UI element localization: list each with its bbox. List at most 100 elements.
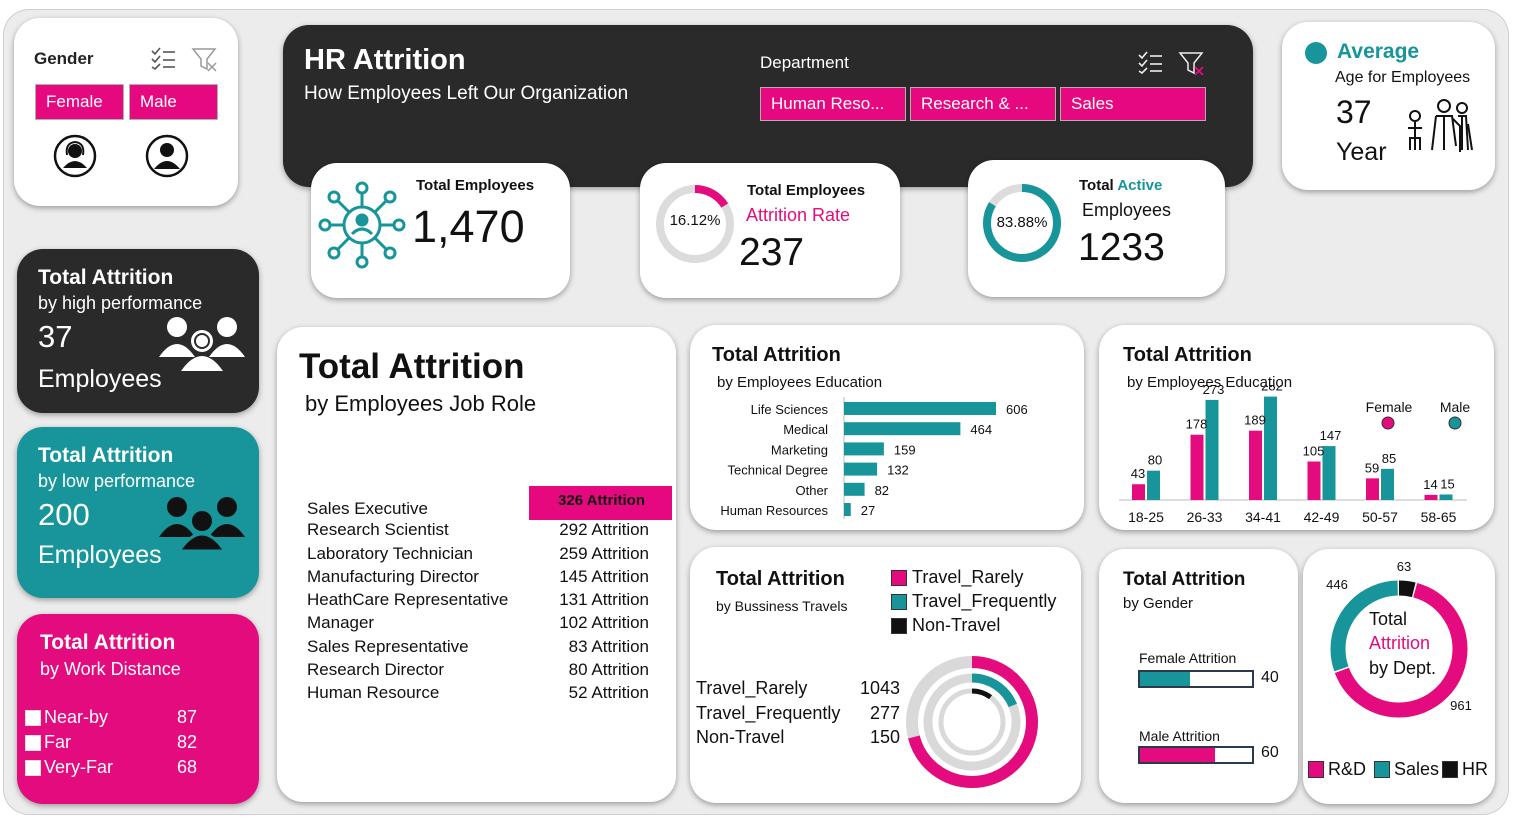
list-item: Travel_Frequently 277 — [696, 703, 906, 728]
data-label: 15 — [1440, 477, 1454, 492]
multi-select-icon[interactable] — [149, 46, 177, 70]
job-role-value: 145 Attrition — [559, 566, 649, 586]
legend-swatch — [1374, 761, 1390, 778]
travel-radial-chart — [906, 656, 1038, 788]
legend-item: Travel_Frequently — [891, 591, 1071, 615]
work-distance-value: 68 — [177, 757, 198, 777]
legend-label: Female — [1366, 399, 1413, 415]
legend-dot — [1448, 416, 1462, 430]
work-distance-value: 87 — [177, 707, 198, 727]
bar-female — [1249, 430, 1262, 500]
legend-label: Travel_Rarely — [912, 567, 1024, 587]
active-pct: 83.88% — [996, 214, 1048, 231]
attrition-title: Total Employees — [747, 182, 866, 199]
gender-attrition-card: Total Attrition by Gender Female Attriti… — [1099, 549, 1298, 803]
work-distance-row[interactable]: Very-Far 68 — [25, 757, 245, 782]
checkbox-icon — [25, 735, 41, 751]
job-role-value: 83 Attrition — [568, 636, 649, 656]
female-attrition-value: 40 — [1261, 669, 1279, 686]
female-attrition-track — [1138, 670, 1254, 688]
tick-label: 18-25 — [1128, 509, 1164, 525]
legend-label: Male — [1440, 399, 1471, 415]
data-label: 961 — [1450, 698, 1472, 713]
clear-filter-icon[interactable] — [1178, 50, 1206, 76]
dept-donut-line2: Attrition — [1369, 633, 1431, 653]
high-perf-unit: Employees — [38, 365, 162, 393]
bar — [844, 503, 851, 516]
data-label: 147 — [1320, 428, 1342, 443]
table-row: Sales Executive 326 Attrition — [307, 492, 667, 520]
job-role-value: 326 Attrition — [558, 492, 645, 509]
attrition-rate-pct: 16.12% — [669, 212, 721, 229]
travel-value: 277 — [869, 702, 900, 723]
table-row: Manufacturing Director 145 Attrition — [307, 567, 667, 590]
gender-filter-card: Gender Female Male — [14, 18, 238, 206]
data-label: 606 — [1006, 402, 1028, 417]
average-age-value: 37 — [1336, 94, 1372, 130]
low-perf-value: 200 — [38, 497, 90, 532]
dept-button-hr[interactable]: Human Reso... — [760, 87, 906, 121]
female-filter-button[interactable]: Female — [35, 84, 124, 120]
average-title: Average — [1337, 40, 1420, 63]
data-label: 282 — [1261, 385, 1283, 394]
data-label: 464 — [970, 422, 992, 437]
female-attrition-label: Female Attrition — [1139, 650, 1237, 666]
group-icon — [159, 317, 245, 371]
tick-label: 50-57 — [1362, 509, 1398, 525]
work-distance-label: Near-by — [44, 707, 109, 727]
bar-male — [1264, 396, 1277, 500]
job-role-name: Human Resource — [307, 683, 440, 703]
legend-label: HR — [1462, 759, 1488, 779]
clear-filter-icon[interactable] — [191, 46, 219, 72]
dept-donut-card: 961 446 63 Total Attrition by Dept. R&D Sal… — [1303, 549, 1495, 804]
dept-button-sales[interactable]: Sales — [1060, 87, 1206, 121]
low-perf-title: Total Attrition — [38, 444, 174, 467]
work-distance-card: Total Attrition by Work Distance Near-by… — [17, 614, 259, 804]
work-distance-row[interactable]: Far 82 — [25, 732, 245, 757]
bar — [844, 482, 865, 496]
bar-male — [1439, 494, 1453, 500]
high-perf-title: Total Attrition — [38, 266, 174, 289]
multi-select-icon[interactable] — [1136, 50, 1164, 74]
low-perf-subtitle: by low performance — [38, 471, 196, 491]
bar-female — [1190, 434, 1204, 500]
work-distance-row[interactable]: Near-by 87 — [25, 707, 245, 732]
job-role-value: 52 Attrition — [568, 683, 649, 703]
attrition-subtitle: Attrition Rate — [746, 205, 851, 225]
work-distance-value: 82 — [177, 732, 198, 752]
bar-female — [1132, 484, 1145, 500]
female-avatar-icon — [53, 134, 97, 178]
table-row: Laboratory Technician 259 Attrition — [307, 544, 667, 567]
list-item: Non-Travel 150 — [696, 727, 906, 752]
male-filter-button[interactable]: Male — [129, 84, 218, 120]
category-label: Life Sciences — [751, 402, 829, 417]
attrition-value: 237 — [739, 231, 805, 274]
total-employees-card: Total Employees 1,470 — [311, 163, 570, 298]
job-role-value: 131 Attrition — [559, 590, 649, 610]
data-label: 446 — [1326, 577, 1348, 592]
bar-male — [1147, 470, 1160, 500]
work-distance-subtitle: by Work Distance — [40, 659, 181, 679]
average-subtitle: Age for Employees — [1335, 69, 1471, 86]
bar-male — [1205, 399, 1219, 500]
bar — [844, 402, 996, 415]
male-avatar-icon — [145, 134, 189, 178]
travel-subtitle: by Bussiness Travels — [716, 598, 848, 614]
dept-button-rd[interactable]: Research & ... — [910, 87, 1056, 121]
legend-item: Travel_Rarely — [891, 567, 1071, 591]
job-role-value: 80 Attrition — [568, 660, 649, 680]
job-role-value: 259 Attrition — [559, 543, 649, 563]
bar-male — [1322, 446, 1336, 500]
legend-swatch — [891, 594, 907, 610]
table-row: Research Director 80 Attrition — [307, 660, 667, 683]
category-label: Human Resources — [720, 503, 828, 518]
table-row: HeathCare Representative 131 Attrition — [307, 590, 667, 613]
table-row: Human Resource 52 Attrition — [307, 683, 667, 706]
job-role-name: Manufacturing Director — [307, 566, 479, 586]
ring-track — [938, 688, 1006, 756]
education-chart-card: Total Attrition by Employees Education L… — [690, 325, 1084, 530]
active-employees-card: 83.88% Total Active Employees 1233 — [968, 160, 1225, 297]
travel-label: Travel_Rarely — [696, 678, 808, 698]
travel-label: Non-Travel — [696, 727, 785, 747]
data-label: 85 — [1382, 451, 1396, 466]
